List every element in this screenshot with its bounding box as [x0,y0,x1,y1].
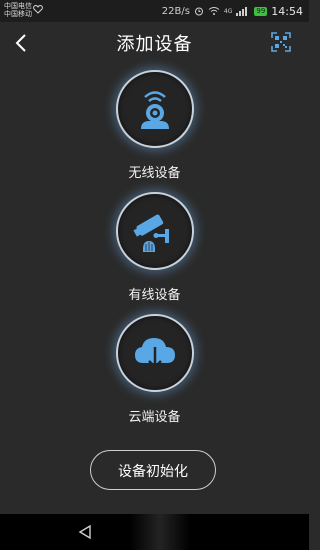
qr-scan-icon[interactable] [271,32,291,52]
heart-icon [33,4,43,14]
network-speed: 22B/s [161,5,190,17]
header: 添加设备 [0,22,309,64]
carrier-2: 中国移动 [4,10,32,18]
device-circle[interactable] [116,314,194,392]
wired-device-button[interactable] [116,192,194,270]
clock: 14:54 [271,4,303,18]
carrier-1: 中国电信 [4,2,32,10]
battery-indicator: 99 [254,6,268,16]
device-label: 无线设备 [128,166,181,181]
alarm-icon [194,7,203,16]
nav-back-icon[interactable] [77,524,93,540]
wireless-device-button[interactable] [116,70,194,148]
status-bar: 中国电信 中国移动 22B/s 4G 99 14:54 [0,0,309,22]
device-init-button[interactable]: 设备初始化 [90,450,216,490]
status-right: 22B/s 4G 99 14:54 [162,4,303,18]
signal-icon [236,7,248,16]
device-label: 有线设备 [128,288,181,303]
wifi-icon [208,7,220,15]
network-type: 4G [223,7,233,15]
device-circle[interactable] [116,70,194,148]
carrier-labels: 中国电信 中国移动 [4,2,32,18]
wireless-camera-icon [141,91,169,129]
navigation-bar [0,514,309,550]
nav-home-glow [130,514,190,550]
page-title: 添加设备 [116,34,193,55]
device-circle[interactable] [116,192,194,270]
cloud-download-icon [135,338,175,369]
cloud-device-button[interactable] [116,314,194,392]
device-label: 云端设备 [128,410,181,425]
wired-camera-icon [133,214,169,252]
